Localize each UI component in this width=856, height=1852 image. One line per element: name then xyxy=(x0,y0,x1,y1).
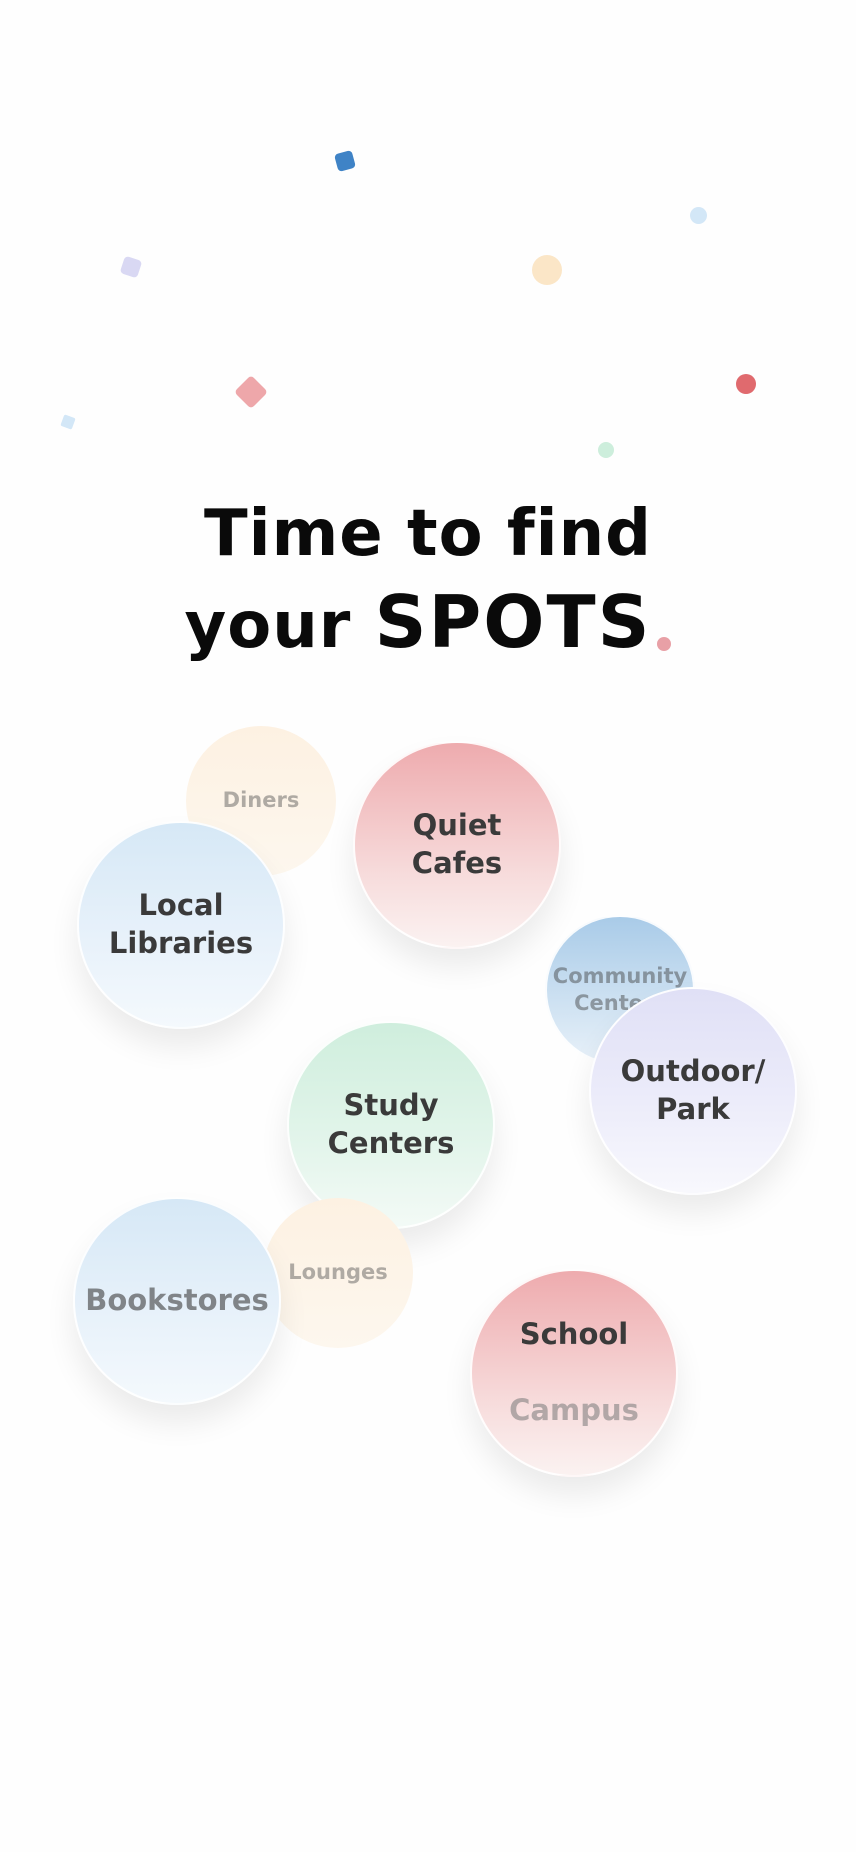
title-highlight: SPOTS xyxy=(374,580,652,664)
title-line-1: Time to find xyxy=(204,497,652,571)
bubble-study-centers-label: Study Centers xyxy=(327,1088,455,1160)
bubble-quiet-cafes[interactable]: Quiet Cafes xyxy=(353,741,561,949)
bubble-bookstores-label: Bookstores xyxy=(85,1283,269,1318)
bubble-bookstores[interactable]: Bookstores xyxy=(73,1197,281,1405)
confetti-square-blue xyxy=(333,149,357,173)
page-title: Time to find your SPOTS xyxy=(0,490,856,670)
title-accent-dot xyxy=(657,637,672,651)
bubble-outdoor-park[interactable]: Outdoor/ Park xyxy=(589,987,797,1195)
bubble-study-centers[interactable]: Study Centers xyxy=(287,1021,495,1229)
confetti-square-lavender xyxy=(119,255,143,279)
bubble-lounges-label: Lounges xyxy=(288,1260,388,1285)
confetti-circle-peach xyxy=(532,255,562,285)
confetti-square-lightblue xyxy=(60,414,76,430)
bubble-lounges[interactable]: Lounges xyxy=(263,1198,413,1348)
bubble-school-campus-line1: School xyxy=(519,1317,629,1352)
bubble-local-libraries-label: Local Libraries xyxy=(108,888,254,960)
bubble-school-campus[interactable]: School Campus xyxy=(470,1269,678,1477)
confetti-circle-mint xyxy=(598,442,614,458)
bubble-quiet-cafes-label: Quiet Cafes xyxy=(411,808,503,880)
bubble-school-campus-text: School Campus xyxy=(509,1279,639,1467)
bubble-diners-label: Diners xyxy=(222,788,300,813)
bubble-outdoor-park-label: Outdoor/ Park xyxy=(620,1054,766,1126)
confetti-circle-red xyxy=(736,374,756,394)
title-line-2: your SPOTS xyxy=(0,578,856,670)
bubble-school-campus-line2: Campus xyxy=(509,1392,639,1427)
confetti-diamond-pink xyxy=(234,375,268,409)
confetti-circle-lightblue xyxy=(690,207,707,224)
bubble-local-libraries[interactable]: Local Libraries xyxy=(77,821,285,1029)
title-prefix: your xyxy=(184,589,375,663)
